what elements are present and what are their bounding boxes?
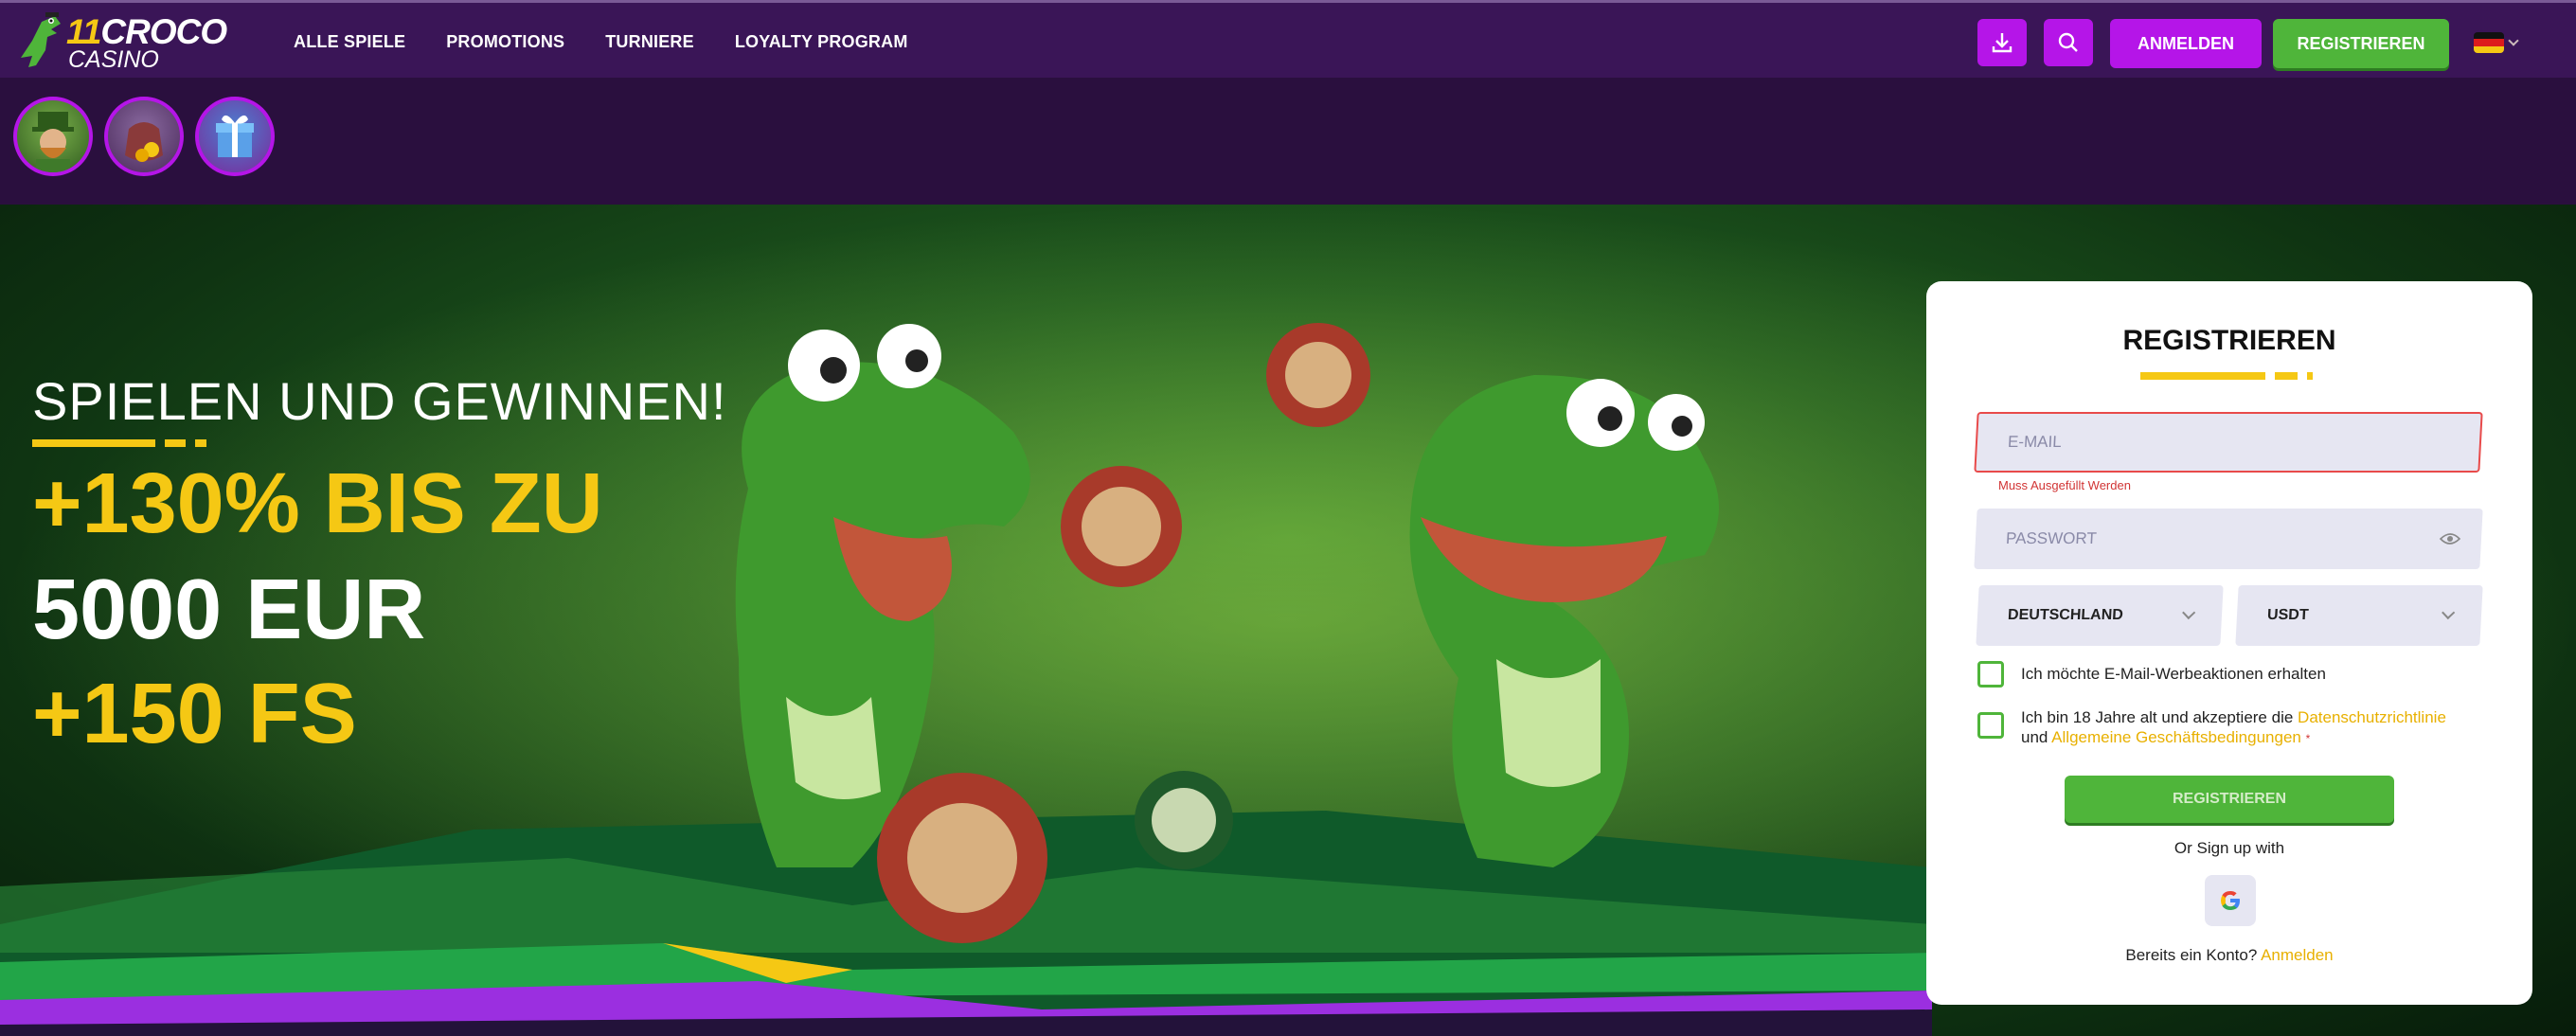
- login-link[interactable]: Anmelden: [2261, 946, 2334, 964]
- google-signup-button[interactable]: [2205, 875, 2256, 926]
- nav-item-promotions[interactable]: PROMOTIONS: [446, 32, 564, 52]
- login-button[interactable]: ANMELDEN: [2110, 19, 2262, 68]
- terms-and: und: [2021, 728, 2048, 746]
- main-nav: ALLE SPIELE PROMOTIONS TURNIERE LOYALTY …: [294, 3, 908, 80]
- leprechaun-avatar-icon[interactable]: [13, 97, 93, 176]
- email-placeholder: E-MAIL: [2007, 433, 2063, 451]
- logo-wordmark: 11CROCO: [66, 12, 227, 51]
- nav-item-turniere[interactable]: TURNIERE: [605, 32, 694, 52]
- email-error-message: Muss Ausgefüllt Werden: [1998, 478, 2131, 492]
- top-navigation-bar: 11CROCO CASINO ALLE SPIELE PROMOTIONS TU…: [0, 0, 2576, 78]
- country-value: DEUTSCHLAND: [2007, 607, 2124, 623]
- newsletter-label: Ich möchte E-Mail-Werbeaktionen erhalten: [2021, 665, 2326, 683]
- terms-prefix: Ich bin 18 Jahre alt und akzeptiere die: [2021, 708, 2294, 726]
- coin-pouch-figure: [125, 122, 163, 162]
- search-icon: [2058, 32, 2078, 52]
- terms-link[interactable]: Allgemeine Geschäftsbedingungen: [2051, 728, 2301, 746]
- chevron-down-icon: [2442, 605, 2456, 620]
- download-button[interactable]: [1977, 19, 2027, 66]
- hero-bonus-percent: +130% BIS ZU: [32, 456, 603, 551]
- hero-bonus-amount: 5000 EUR: [32, 563, 426, 657]
- download-icon: [1992, 33, 2012, 53]
- eye-icon[interactable]: [2439, 532, 2461, 545]
- nav-item-alle-spiele[interactable]: ALLE SPIELE: [294, 32, 405, 52]
- hero-decoration: [32, 439, 206, 447]
- form-title-decoration: [2140, 372, 2313, 380]
- hero-title: SPIELEN UND GEWINNEN!: [32, 371, 727, 431]
- country-select[interactable]: DEUTSCHLAND: [1976, 585, 2224, 646]
- already-account-label: Bereits ein Konto?: [2125, 946, 2258, 964]
- newsletter-checkbox[interactable]: [1977, 661, 2004, 688]
- search-button[interactable]: [2044, 19, 2093, 66]
- google-icon: [2221, 891, 2240, 910]
- gift-box-figure: [216, 115, 254, 157]
- privacy-policy-link[interactable]: Datenschutzrichtlinie: [2298, 708, 2446, 726]
- submit-register-button[interactable]: REGISTRIEREN: [2065, 776, 2394, 823]
- crocodile-logo-icon: [21, 12, 61, 67]
- gift-box-icon[interactable]: [195, 97, 275, 176]
- already-account-text: Bereits ein Konto? Anmelden: [1926, 946, 2532, 965]
- hero-free-spins: +150 FS: [32, 667, 357, 761]
- terms-checkbox[interactable]: [1977, 712, 2004, 739]
- chevron-down-icon: [2182, 605, 2196, 620]
- form-title: REGISTRIEREN: [2122, 325, 2336, 356]
- nav-item-loyalty-program[interactable]: LOYALTY PROGRAM: [735, 32, 908, 52]
- register-button[interactable]: REGISTRIEREN: [2273, 19, 2449, 68]
- email-field[interactable]: E-MAIL: [1974, 412, 2483, 473]
- language-selector[interactable]: [2474, 31, 2527, 54]
- currency-select[interactable]: USDT: [2235, 585, 2483, 646]
- coin-pouch-icon[interactable]: [104, 97, 184, 176]
- chevron-down-icon: [2508, 35, 2519, 46]
- password-field[interactable]: PASSWORT: [1974, 509, 2483, 569]
- logo-subtitle: CASINO: [68, 46, 159, 73]
- terms-label: Ich bin 18 Jahre alt und akzeptiere die …: [2021, 707, 2495, 749]
- or-sign-up-text: Or Sign up with: [2174, 839, 2285, 857]
- registration-form-card: REGISTRIEREN E-MAIL Muss Ausgefüllt Werd…: [1926, 281, 2532, 1005]
- required-mark: *: [2305, 732, 2311, 745]
- password-placeholder: PASSWORT: [2005, 529, 2098, 547]
- promo-icons-bar: [0, 78, 2576, 205]
- site-logo[interactable]: 11CROCO CASINO: [13, 12, 241, 73]
- currency-value: USDT: [2266, 607, 2310, 623]
- leprechaun-figure: [32, 112, 74, 172]
- german-flag-icon: [2474, 32, 2504, 53]
